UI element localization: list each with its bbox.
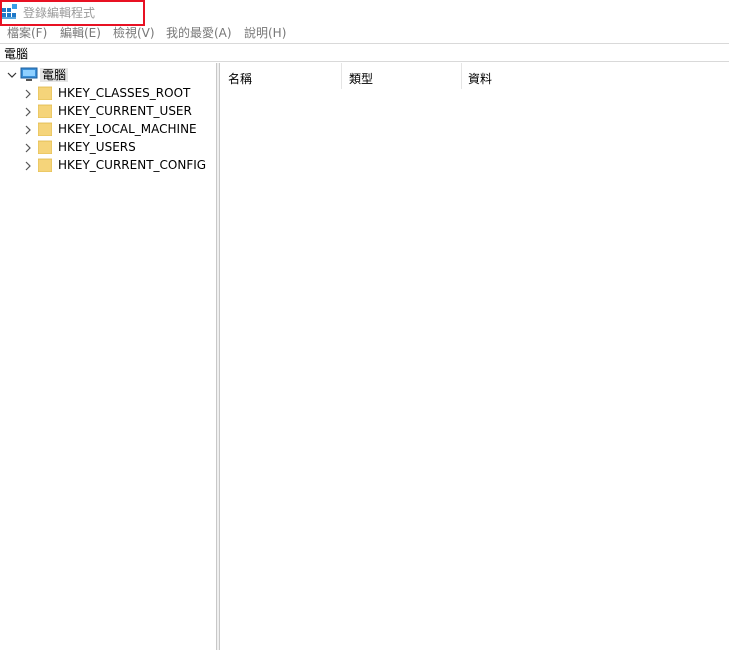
column-header-type[interactable]: 類型 (342, 63, 462, 89)
menu-view[interactable]: 檢視(V) (113, 25, 155, 41)
values-list[interactable]: 名稱 類型 資料 (220, 63, 729, 650)
tree-item-label: HKEY_CURRENT_USER (58, 104, 192, 118)
column-header-label: 類型 (349, 72, 374, 86)
chevron-right-icon[interactable] (22, 124, 34, 136)
column-header-data[interactable]: 資料 (462, 63, 729, 89)
menu-favorites[interactable]: 我的最愛(A) (166, 25, 232, 41)
column-header-name[interactable]: 名稱 (220, 63, 342, 89)
address-path[interactable]: 電腦 (4, 45, 28, 62)
computer-icon (20, 67, 38, 81)
tree-item-local-machine[interactable]: HKEY_LOCAL_MACHINE (0, 121, 216, 139)
tree-root-label: 電腦 (40, 68, 69, 82)
chevron-right-icon[interactable] (22, 160, 34, 172)
tree-item-users[interactable]: HKEY_USERS (0, 139, 216, 157)
title-bar: 登錄編輯程式 (0, 0, 729, 26)
folder-icon (38, 86, 52, 100)
menu-edit[interactable]: 編輯(E) (60, 25, 101, 41)
tree-item-classes-root[interactable]: HKEY_CLASSES_ROOT (0, 85, 216, 103)
folder-icon (38, 122, 52, 136)
tree-item-current-user[interactable]: HKEY_CURRENT_USER (0, 103, 216, 121)
menu-help[interactable]: 說明(H) (244, 25, 286, 41)
chevron-right-icon[interactable] (22, 88, 34, 100)
tree-item-label: HKEY_USERS (58, 140, 136, 154)
title-highlight-box (0, 0, 145, 26)
chevron-right-icon[interactable] (22, 106, 34, 118)
tree-item-current-config[interactable]: HKEY_CURRENT_CONFIG (0, 157, 216, 175)
tree-root-computer[interactable]: 電腦 (0, 67, 216, 85)
menu-bar: 檔案(F) 編輯(E) 檢視(V) 我的最愛(A) 說明(H) (0, 25, 729, 42)
column-header-label: 資料 (468, 72, 493, 86)
tree-item-label: HKEY_CLASSES_ROOT (58, 86, 191, 100)
menu-file[interactable]: 檔案(F) (7, 25, 47, 41)
folder-icon (38, 158, 52, 172)
folder-icon (38, 104, 52, 118)
chevron-down-icon[interactable] (6, 69, 18, 81)
column-header-label: 名稱 (228, 72, 253, 86)
tree-item-label: HKEY_CURRENT_CONFIG (58, 158, 207, 172)
key-tree[interactable]: 電腦 HKEY_CLASSES_ROOT HKEY_CURRENT_USER H… (0, 63, 216, 650)
folder-icon (38, 140, 52, 154)
chevron-right-icon[interactable] (22, 142, 34, 154)
address-bar[interactable]: 電腦 (0, 43, 729, 62)
tree-item-label: HKEY_LOCAL_MACHINE (58, 122, 197, 136)
